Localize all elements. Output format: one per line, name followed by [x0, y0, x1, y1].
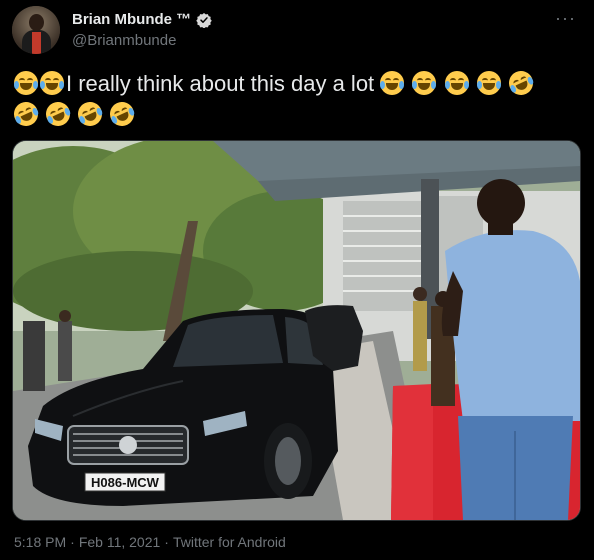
tweet-photo[interactable]: H086-MCW [12, 140, 581, 521]
tweet-date[interactable]: Feb 11, 2021 [79, 534, 160, 550]
face-with-tears-of-joy-icon [444, 71, 469, 95]
tweet: Brian Mbunde ™ @Brianmbunde ··· I really… [0, 0, 594, 560]
rolling-on-the-floor-laughing-icon [106, 98, 139, 130]
handle[interactable]: @Brianmbunde [72, 32, 176, 49]
rolling-on-the-floor-laughing-icon [10, 98, 42, 130]
emoji-group-before [14, 71, 66, 96]
license-plate-text: H086-MCW [91, 475, 160, 490]
meta-separator: · [70, 534, 75, 550]
rolling-on-the-floor-laughing-icon [504, 67, 537, 99]
tweet-text: I really think about this day a lot [10, 67, 574, 130]
rolling-on-the-floor-laughing-icon [74, 98, 107, 130]
meta-separator: · [164, 534, 169, 550]
author-row: Brian Mbunde ™ [72, 11, 212, 28]
face-with-tears-of-joy-icon [40, 71, 64, 95]
display-name[interactable]: Brian Mbunde ™ [72, 11, 191, 28]
face-with-tears-of-joy-icon [14, 71, 38, 95]
more-horizontal-icon[interactable]: ··· [555, 9, 576, 27]
photo-scene: H086-MCW [13, 141, 580, 520]
face-with-tears-of-joy-icon [412, 71, 437, 95]
tweet-source[interactable]: Twitter for Android [173, 534, 286, 550]
tweet-time[interactable]: 5:18 PM [14, 534, 66, 550]
verified-badge-icon [196, 12, 212, 28]
tweet-meta: 5:18 PM · Feb 11, 2021 · Twitter for Android [14, 534, 290, 550]
face-with-tears-of-joy-icon [476, 71, 501, 95]
face-with-tears-of-joy-icon [380, 71, 405, 95]
rolling-on-the-floor-laughing-icon [42, 98, 75, 130]
avatar[interactable] [12, 6, 60, 54]
tweet-body: I really think about this day a lot [66, 71, 375, 96]
